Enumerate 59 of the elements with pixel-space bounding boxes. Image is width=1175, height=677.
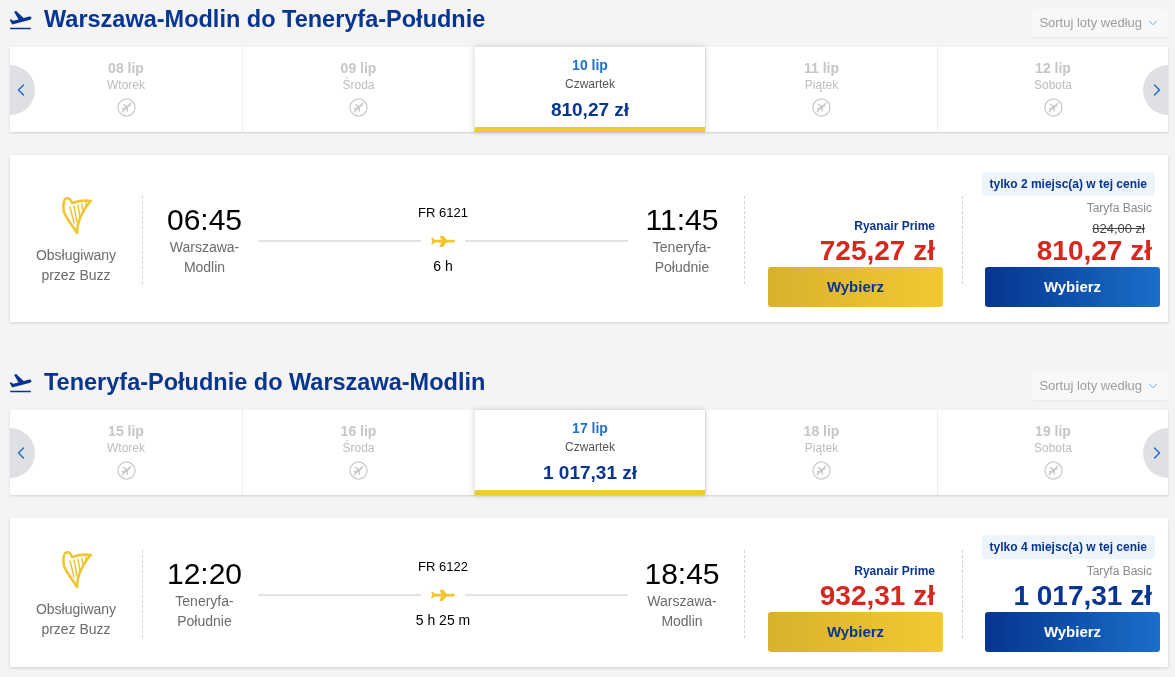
- harp-logo-icon: [59, 548, 93, 589]
- operator-label: Obsługiwany przez Buzz: [34, 599, 118, 639]
- sort-dropdown[interactable]: Sortuj loty według: [1031, 372, 1168, 400]
- sort-dropdown[interactable]: Sortuj loty według: [1031, 9, 1168, 37]
- previous-dates-button[interactable]: [10, 427, 35, 478]
- departure-time: 06:45: [166, 202, 243, 237]
- fare-label: Ryanair Prime: [854, 219, 935, 233]
- no-flights-icon: [1043, 98, 1063, 117]
- no-flights-icon: [349, 461, 368, 480]
- select-button[interactable]: Wybierz: [985, 612, 1160, 652]
- departure-city: Teneryfa-Południe: [174, 591, 235, 631]
- previous-dates-button[interactable]: [10, 64, 35, 115]
- fare-price: 725,27 zł: [819, 237, 935, 265]
- plane-takeoff-icon: [10, 373, 32, 393]
- next-dates-button[interactable]: [1143, 427, 1168, 478]
- fare-label: Taryfa Basic: [1086, 201, 1152, 215]
- no-flights-icon: [812, 461, 831, 480]
- no-flights-icon: [349, 98, 368, 117]
- date-tab[interactable]: 18 lip Piątek: [705, 410, 937, 495]
- flight-duration: 5 h 25 m: [415, 610, 471, 629]
- fare-label: Ryanair Prime: [854, 564, 935, 578]
- fare-price: 932,31 zł: [819, 582, 935, 610]
- route-title: Teneryfa-Południe do Warszawa-Modlin: [44, 368, 486, 398]
- flight-number: FR 6122: [418, 558, 468, 575]
- date-tab[interactable]: 19 lip Sobota: [937, 410, 1143, 495]
- fare-price: 1 017,31 zł: [1013, 582, 1152, 610]
- date-tab[interactable]: 15 lip Wtorek: [35, 410, 242, 495]
- date-tab[interactable]: 12 lip Sobota: [937, 47, 1143, 132]
- seats-left-badge: tylko 2 miejsc(a) w tej cenie: [981, 172, 1155, 196]
- arrival-time: 11:45: [645, 202, 719, 237]
- plane-icon: [431, 235, 455, 247]
- old-price: 824,00 zł: [1092, 221, 1145, 237]
- next-dates-button[interactable]: [1143, 64, 1168, 115]
- departure-time: 12:20: [166, 556, 243, 591]
- fare-label: Taryfa Basic: [1086, 564, 1152, 578]
- fare-price: 810,27 zł: [1036, 237, 1152, 265]
- no-flights-icon: [1043, 461, 1063, 480]
- departure-city: Warszawa-Modlin: [168, 237, 241, 277]
- arrival-city: Teneryfa-Południe: [651, 237, 713, 277]
- route-title: Warszawa-Modlin do Teneryfa-Południe: [44, 5, 486, 35]
- harp-logo-icon: [59, 194, 93, 235]
- flight-duration: 6 h: [433, 256, 453, 275]
- arrival-city: Warszawa-Modlin: [646, 591, 718, 631]
- select-button[interactable]: Wybierz: [768, 612, 943, 652]
- operator-label: Obsługiwany przez Buzz: [34, 245, 118, 285]
- select-button[interactable]: Wybierz: [985, 267, 1160, 307]
- plane-takeoff-icon: [10, 10, 32, 30]
- seats-left-badge: tylko 4 miejsc(a) w tej cenie: [981, 535, 1155, 559]
- no-flights-icon: [116, 461, 136, 480]
- date-tab[interactable]: 17 lip Czwartek 1 017,31 zł: [474, 410, 705, 495]
- plane-icon: [431, 589, 455, 601]
- select-button[interactable]: Wybierz: [768, 267, 943, 307]
- arrival-time: 18:45: [644, 556, 720, 591]
- date-tab[interactable]: 08 lip Wtorek: [35, 47, 242, 132]
- date-tab[interactable]: 10 lip Czwartek 810,27 zł: [474, 47, 705, 132]
- date-tab[interactable]: 11 lip Piątek: [705, 47, 937, 132]
- flight-number: FR 6121: [418, 204, 468, 221]
- no-flights-icon: [812, 98, 831, 117]
- no-flights-icon: [116, 98, 136, 117]
